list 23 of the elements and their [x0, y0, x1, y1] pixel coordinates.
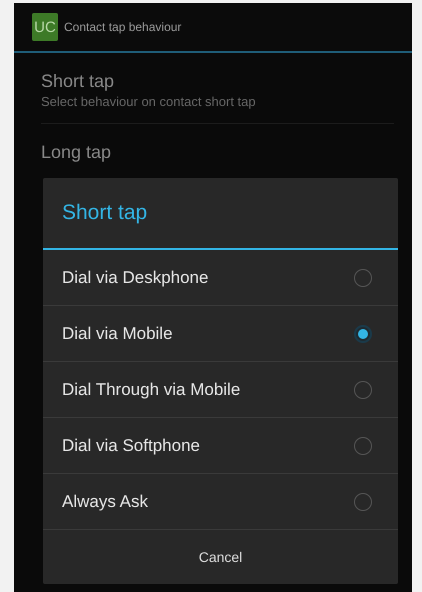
- option-item[interactable]: Dial via Deskphone: [43, 250, 398, 306]
- option-label: Always Ask: [62, 492, 148, 512]
- option-label: Dial via Mobile: [62, 324, 173, 344]
- radio-button[interactable]: [354, 436, 372, 454]
- radio-button[interactable]: [354, 268, 372, 286]
- preference-title: Long tap: [41, 141, 112, 164]
- preference-summary: Select behaviour on contact short tap: [41, 93, 257, 111]
- option-item[interactable]: Dial via Mobile: [43, 306, 398, 362]
- option-item[interactable]: Dial Through via Mobile: [43, 362, 398, 418]
- option-label: Dial via Deskphone: [62, 268, 208, 288]
- preference-item[interactable]: Short tap Select behaviour on contact short tap: [41, 53, 394, 124]
- cancel-button[interactable]: Cancel: [43, 530, 398, 584]
- dialog-title: Short tap: [43, 178, 398, 250]
- option-item[interactable]: Always Ask: [43, 474, 398, 530]
- radio-button[interactable]: [354, 492, 372, 510]
- preference-title: Short tap: [41, 70, 116, 93]
- preference-item[interactable]: Long tap: [41, 124, 394, 176]
- radio-button[interactable]: [354, 324, 372, 342]
- screen-title: Contact tap behaviour: [64, 20, 182, 34]
- option-item[interactable]: Dial via Softphone: [43, 418, 398, 474]
- radio-button[interactable]: [354, 380, 372, 398]
- option-label: Dial Through via Mobile: [62, 380, 240, 400]
- option-label: Dial via Softphone: [62, 436, 200, 456]
